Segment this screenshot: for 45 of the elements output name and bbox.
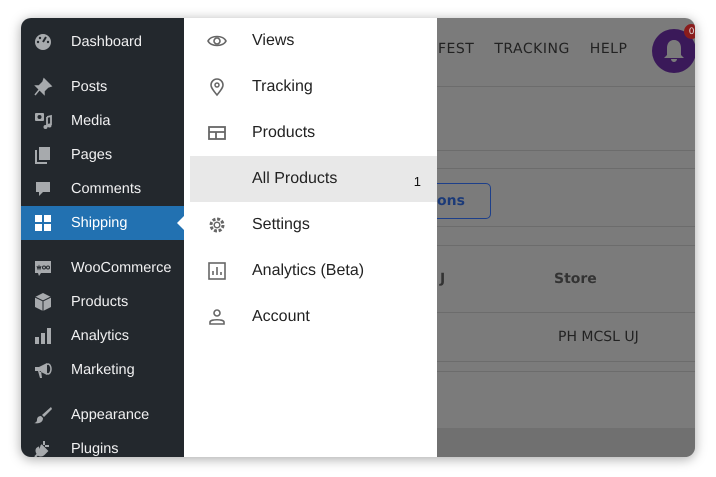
megaphone-icon (33, 360, 53, 380)
menu-item[interactable]: Settings (190, 202, 437, 248)
woo-icon (33, 258, 53, 278)
paintbrush-icon (33, 405, 53, 425)
sidebar-item[interactable]: Comments (21, 172, 184, 206)
table-cell: PH MCSL UJ (558, 329, 639, 345)
sidebar-item[interactable]: Pages (21, 138, 184, 172)
bar-chart-icon (33, 326, 53, 346)
menu-item[interactable]: Tracking (190, 64, 437, 110)
pages-icon (33, 145, 53, 165)
bell-icon (662, 38, 686, 64)
sidebar-item[interactable]: Marketing (21, 353, 184, 387)
grid-icon (33, 213, 53, 233)
sidebar-item[interactable]: Media (21, 104, 184, 138)
menu-item[interactable]: Account (190, 294, 437, 340)
sidebar-item[interactable]: Products (21, 285, 184, 319)
nav-link[interactable]: TRACKING (494, 41, 570, 57)
nav-link[interactable]: HELP (590, 41, 628, 57)
settings-icon (207, 215, 227, 235)
sidebar-item[interactable]: WooCommerce (21, 251, 184, 285)
column-header: Store (554, 271, 597, 287)
menu-item[interactable]: All Products 1 (190, 156, 437, 202)
media-icon (33, 111, 53, 131)
sidebar-item[interactable]: Shipping (21, 206, 184, 240)
comment-icon (33, 179, 53, 199)
notification-badge: 0 (684, 24, 695, 39)
item-count: 1 (414, 174, 421, 189)
column-header: J (440, 271, 446, 287)
menu-item[interactable]: Views (190, 18, 437, 64)
nav-link[interactable]: FEST (438, 41, 474, 57)
menu-item[interactable]: Analytics (Beta) (190, 248, 437, 294)
notification-button[interactable] (652, 29, 695, 73)
person-icon (207, 307, 227, 327)
menu-item[interactable]: Products (190, 110, 437, 156)
dashboard-icon (33, 32, 53, 52)
sidebar-item[interactable]: Plugins (21, 432, 184, 457)
sidebar-item[interactable]: Analytics (21, 319, 184, 353)
layout-icon (207, 123, 227, 143)
sidebar-item[interactable]: Dashboard (21, 25, 184, 59)
sidebar-item[interactable]: Posts (21, 70, 184, 104)
pushpin-icon (33, 77, 53, 97)
box-icon (33, 292, 53, 312)
chart-icon (207, 261, 227, 281)
location-pin-icon (207, 77, 227, 97)
sidebar-item[interactable]: Appearance (21, 398, 184, 432)
